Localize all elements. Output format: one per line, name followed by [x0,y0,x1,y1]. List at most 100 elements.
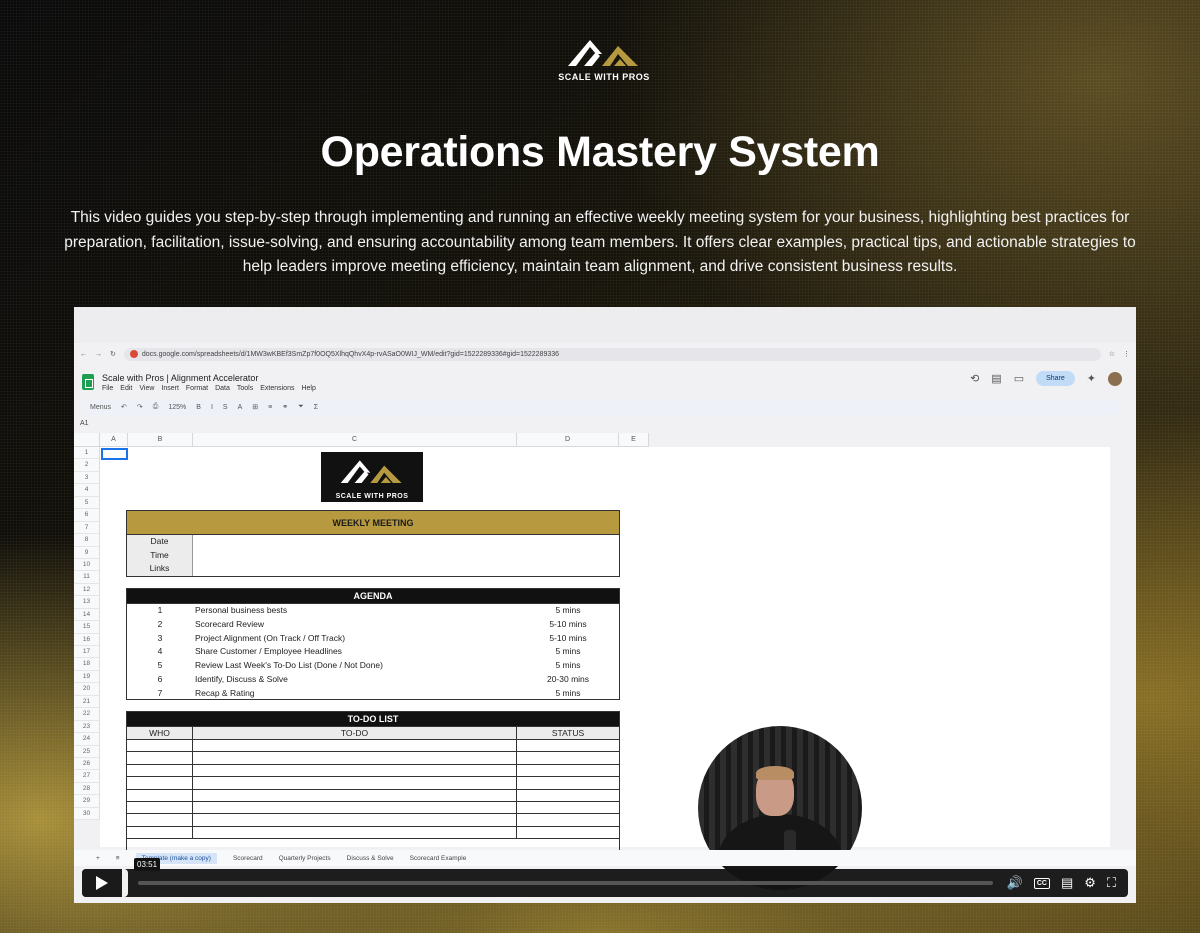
todo-cell [193,814,517,826]
url-text: docs.google.com/spreadsheets/d/1MW3wKBEf… [141,350,560,358]
todo-cell [517,790,619,801]
page-description: This video guides you step-by-step throu… [64,209,1136,275]
row-header: 5 [74,496,100,510]
todo-cell [127,764,193,777]
volume-icon[interactable]: 🔊 [1007,875,1023,891]
agenda-number: 3 [157,632,163,643]
row-header: 25 [74,745,100,758]
star-icon: ☆ [1108,351,1115,358]
sheets-menu: File Edit View Insert Format Data Tools … [102,385,316,392]
row-header: 27 [74,770,100,783]
todo-cell [127,789,193,801]
play-icon [96,876,108,890]
todo-cell [127,740,193,752]
sheet-tab-discuss-solve: Discuss & Solve [346,854,394,862]
agenda-number: 1 [157,605,163,615]
selected-cell [101,448,128,460]
corner-cell [74,433,100,447]
todo-cell [127,752,193,764]
page-title: Operations Mastery System [320,128,880,176]
spreadsheet-grid: SCALE WITH PROS WEEKLY MEETING Date Time… [100,447,1110,890]
row-header: 28 [74,782,100,796]
add-sheet-icon: + [96,854,100,862]
brand-name: SCALE WITH PROS [558,72,650,82]
menu-help: Help [301,384,316,392]
video-player[interactable]: ← → ↻ docs.google.com/spreadsheets/d/1MW… [74,307,1136,903]
row-header: 9 [74,546,100,559]
agenda-row: 6 Identify, Discuss & Solve 20-30 mins [127,673,619,687]
column-header: C [193,433,517,447]
sheet-brand-name: SCALE WITH PROS [335,493,409,500]
history-icon: ⟲ [970,373,980,385]
settings-icon[interactable]: ⚙ [1084,875,1096,891]
todo-cell [517,765,619,776]
todo-cell [127,801,193,814]
agenda-number: 7 [157,687,163,698]
agenda-number: 6 [157,673,163,684]
avatar [1108,371,1122,386]
zoom-level: 125% [168,403,187,411]
agenda-row: 1 Personal business bests 5 mins [127,604,619,618]
todo-cell [127,814,193,826]
captions-icon[interactable]: CC [1033,877,1050,889]
agenda-time: 5 mins [555,687,581,698]
agenda-topic: Scorecard Review [195,618,264,629]
bold-icon: B [196,403,201,411]
todo-cell [193,740,517,752]
presenter-hair [756,766,794,780]
agenda-title: AGENDA [127,589,619,604]
transcript-icon[interactable]: ▤ [1061,875,1073,891]
redo-icon: ↷ [136,404,143,411]
row-header: 20 [74,683,100,696]
fullscreen-icon[interactable]: ⛶ [1107,875,1116,891]
field-label: Date [127,535,193,549]
row-header: 14 [74,608,100,622]
agenda-number: 5 [157,660,163,671]
text-color-icon: A [237,403,243,411]
agenda-time: 5 mins [555,660,581,671]
sheet-brand-logo: SCALE WITH PROS [321,452,423,502]
doc-title: Scale with Pros | Alignment Accelerator [102,372,259,383]
row-header: 26 [74,757,100,771]
menu-format: Format [185,384,209,392]
agenda-time: 5 mins [555,646,581,657]
todo-header-status: STATUS [551,728,585,738]
forward-icon: → [95,350,102,358]
field-label: Links [127,562,193,576]
column-header: B [128,433,193,447]
undo-icon: ↶ [121,404,127,411]
menu-edit: Edit [120,384,133,392]
row-header: 10 [74,558,100,572]
site-icon [129,350,138,358]
menu-data: Data [215,384,230,392]
menu-extensions: Extensions [260,384,295,392]
row-header: 1 [74,447,100,460]
control-icons: 🔊 CC ▤ ⚙ ⛶ [1007,875,1128,891]
agenda-number: 4 [157,646,163,657]
row-header: 19 [74,670,100,684]
brand-logo: SCALE WITH PROS [552,32,656,88]
todo-cell [517,802,619,813]
field-row: Links [127,562,619,576]
row-header: 18 [74,658,100,671]
play-button[interactable] [82,869,128,897]
gemini-icon: ✦ [1086,373,1096,385]
agenda-topic: Project Alignment (On Track / Off Track) [195,632,346,643]
agenda-topic: Identify, Discuss & Solve [195,673,288,684]
todo-cell [517,814,619,825]
todo-row [127,789,619,802]
share-button: Share [1036,371,1075,386]
google-sheets-icon [82,374,94,390]
back-icon: ← [80,350,87,358]
menu-tools: Tools [236,384,254,392]
progress-bar[interactable] [138,881,993,885]
todo-cell [517,827,619,838]
function-icon: Σ [313,403,319,411]
field-row: Date [127,535,619,549]
sheet-tab-scorecard: Scorecard [232,854,263,862]
todo-list [127,740,619,840]
todo-row [127,826,619,840]
agenda-list: 1 Personal business bests 5 mins 2 Scorecard… [127,604,619,701]
todo-cell [193,764,517,777]
todo-cell [517,777,619,788]
